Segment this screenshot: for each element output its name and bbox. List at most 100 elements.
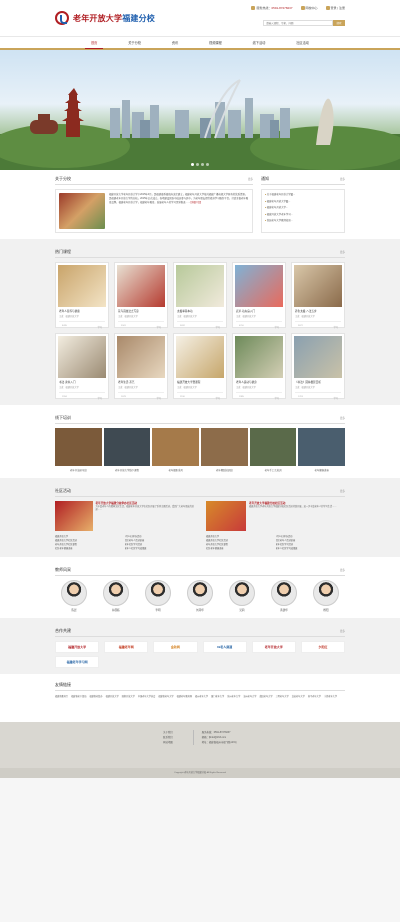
offline-more-link[interactable]: 更多 bbox=[340, 416, 345, 420]
offline-item[interactable]: 老年手工艺培训 bbox=[249, 428, 297, 472]
course-thumbnail[interactable] bbox=[117, 265, 165, 307]
partner-logo[interactable]: 老年开放大学 bbox=[251, 641, 296, 653]
friend-link[interactable]: 福建省老干部局 bbox=[71, 696, 86, 698]
nav-about[interactable]: 关于分校 bbox=[122, 37, 147, 49]
course-title[interactable]: 老年生活·茶艺 bbox=[115, 380, 167, 384]
offline-photo[interactable] bbox=[298, 428, 345, 466]
friend-link[interactable]: 国家开放大学 bbox=[122, 696, 135, 698]
teacher-name[interactable]: 刘丹华 bbox=[187, 608, 213, 612]
banner-dot-1[interactable] bbox=[191, 163, 194, 166]
offline-item[interactable]: 老年摄影采风 bbox=[152, 428, 199, 472]
friend-link[interactable]: 福建老年教育网 bbox=[177, 696, 192, 698]
course-learn-button[interactable]: 学习 bbox=[98, 396, 102, 400]
course-thumbnail[interactable] bbox=[176, 336, 224, 378]
teacher-avatar[interactable] bbox=[187, 580, 213, 606]
course-learn-button[interactable]: 学习 bbox=[334, 396, 338, 400]
friend-link[interactable]: 三明老年大学 bbox=[276, 696, 289, 698]
teacher-card[interactable]: 吴莉 bbox=[229, 580, 255, 612]
course-card[interactable]: 太极拳基本功 主讲：福建开放大学 5632 学习 bbox=[173, 262, 227, 329]
teacher-avatar[interactable] bbox=[145, 580, 171, 606]
course-thumbnail[interactable] bbox=[235, 265, 283, 307]
offline-photo[interactable] bbox=[201, 428, 248, 466]
about-more-link[interactable]: 更多 bbox=[248, 177, 253, 181]
friend-link[interactable]: 龙岩老年大学 bbox=[292, 696, 305, 698]
teacher-name[interactable]: 黄建华 bbox=[271, 608, 297, 612]
teacher-name[interactable]: 杨阳 bbox=[313, 608, 339, 612]
course-title[interactable]: 花鸟画技法之写意 bbox=[115, 309, 167, 313]
teacher-avatar[interactable] bbox=[103, 580, 129, 606]
friend-link[interactable]: 莆田老年大学 bbox=[259, 696, 272, 698]
offline-photo[interactable] bbox=[152, 428, 199, 466]
offline-photo[interactable] bbox=[103, 428, 151, 466]
course-thumbnail[interactable] bbox=[235, 336, 283, 378]
teacher-card[interactable]: 黄建华 bbox=[271, 580, 297, 612]
course-thumbnail[interactable] bbox=[117, 336, 165, 378]
banner-dot-4[interactable] bbox=[206, 163, 209, 166]
course-title[interactable]: 养生太极·八法五步 bbox=[292, 309, 344, 313]
course-card[interactable]: 书法·隶书入门 主讲：福建开放大学 2934 学习 bbox=[55, 333, 109, 400]
course-thumbnail[interactable] bbox=[58, 265, 106, 307]
offline-caption[interactable]: 老年书法研习班 bbox=[55, 468, 102, 472]
friend-link[interactable]: 泉州老年大学 bbox=[227, 696, 240, 698]
course-card[interactable]: 老年人营养与健康 主讲：福建开放大学 8435 学习 bbox=[55, 262, 109, 329]
course-card[interactable]: 养生太极·八法五步 主讲：福建开放大学 3672 学习 bbox=[291, 262, 345, 329]
course-card[interactable]: 花鸟画技法之写意 主讲：福建开放大学 3341 学习 bbox=[114, 262, 168, 329]
search-button[interactable]: 搜索 bbox=[333, 20, 345, 26]
offline-item[interactable]: 老年健康讲座 bbox=[298, 428, 345, 472]
friend-link[interactable]: 福建开放大学 bbox=[106, 696, 119, 698]
friend-link[interactable]: 福建省教育厅 bbox=[55, 696, 68, 698]
search-input[interactable] bbox=[263, 20, 333, 26]
community-news-item[interactable]: 老年人社区学习成果展 bbox=[125, 547, 195, 551]
course-learn-button[interactable]: 学习 bbox=[157, 325, 161, 329]
course-thumbnail[interactable] bbox=[294, 336, 342, 378]
course-title[interactable]: 书法·隶书入门 bbox=[56, 380, 108, 384]
teacher-card[interactable]: 李明 bbox=[145, 580, 171, 612]
partner-logo[interactable]: 夕阳红 bbox=[300, 641, 345, 653]
partners-more-link[interactable]: 更多 bbox=[340, 629, 345, 633]
course-learn-button[interactable]: 学习 bbox=[275, 396, 279, 400]
teacher-name[interactable]: 李明 bbox=[145, 608, 171, 612]
teacher-card[interactable]: 林国栋 bbox=[103, 580, 129, 612]
community-news-item[interactable]: 社区老年健康讲座 bbox=[206, 547, 276, 551]
hero-banner[interactable] bbox=[0, 50, 400, 170]
offline-photo[interactable] bbox=[249, 428, 297, 466]
course-card[interactable]: 《书法》园林摄影赏析 主讲：福建开放大学 1763 学习 bbox=[291, 333, 345, 400]
friend-link[interactable]: 福建省老年大学 bbox=[158, 696, 173, 698]
course-title[interactable]: 太极拳基本功 bbox=[174, 309, 226, 313]
nav-news[interactable]: 资讯 bbox=[166, 37, 184, 49]
offline-item[interactable]: 老年舞蹈培训班 bbox=[201, 428, 248, 472]
link-login-register[interactable]: 登录 | 注册 bbox=[325, 6, 345, 11]
offline-caption[interactable]: 老年开放大学线下课程 bbox=[104, 468, 151, 472]
course-title[interactable]: 老年人营养与健康 bbox=[56, 309, 108, 313]
footer-link[interactable]: 网站地图 bbox=[163, 740, 173, 745]
friend-link[interactable]: 中国老年大学协会 bbox=[138, 696, 156, 698]
community-news-item[interactable]: 社区老年健康讲座 bbox=[55, 547, 125, 551]
notice-item[interactable]: 首届老年大学教师培训... bbox=[265, 218, 341, 225]
course-card[interactable]: 老年人运动与健身 主讲：福建开放大学 1985 学习 bbox=[232, 333, 286, 400]
course-card[interactable]: 老年生活·茶艺 主讲：福建开放大学 2678 学习 bbox=[114, 333, 168, 400]
community-left-headline[interactable]: 老年开放大学福建分校举办社区活动 bbox=[96, 501, 194, 505]
banner-dot-3[interactable] bbox=[201, 163, 204, 166]
community-right-image[interactable] bbox=[206, 501, 246, 531]
partner-logo[interactable]: 福建老年学习网 bbox=[55, 656, 100, 668]
notice-more-link[interactable]: 更多 bbox=[340, 177, 345, 181]
teacher-name[interactable]: 吴莉 bbox=[229, 608, 255, 612]
teacher-avatar[interactable] bbox=[271, 580, 297, 606]
community-news-item[interactable]: 老年人社区学习成果展 bbox=[276, 547, 346, 551]
course-learn-button[interactable]: 学习 bbox=[216, 396, 220, 400]
site-logo-text[interactable]: 老年开放大学福建分校 bbox=[73, 13, 155, 24]
offline-caption[interactable]: 老年健康讲座 bbox=[298, 468, 345, 472]
teacher-card[interactable]: 陈晨 bbox=[61, 580, 87, 612]
nav-community[interactable]: 社区活动 bbox=[290, 37, 315, 49]
friend-link[interactable]: 福州老年大学 bbox=[195, 696, 208, 698]
course-title[interactable]: 《书法》园林摄影赏析 bbox=[292, 380, 344, 384]
course-title[interactable]: 老年人运动与健身 bbox=[233, 380, 285, 384]
teacher-avatar[interactable] bbox=[61, 580, 87, 606]
course-learn-button[interactable]: 学习 bbox=[275, 325, 279, 329]
read-more-link[interactable]: [详细介绍] bbox=[190, 201, 201, 204]
nav-home[interactable]: 首页 bbox=[85, 37, 104, 49]
partner-logo[interactable]: 39老人频道 bbox=[202, 641, 247, 653]
nav-offline[interactable]: 线下活动 bbox=[247, 37, 272, 49]
offline-photo[interactable] bbox=[55, 428, 102, 466]
teacher-card[interactable]: 杨阳 bbox=[313, 580, 339, 612]
